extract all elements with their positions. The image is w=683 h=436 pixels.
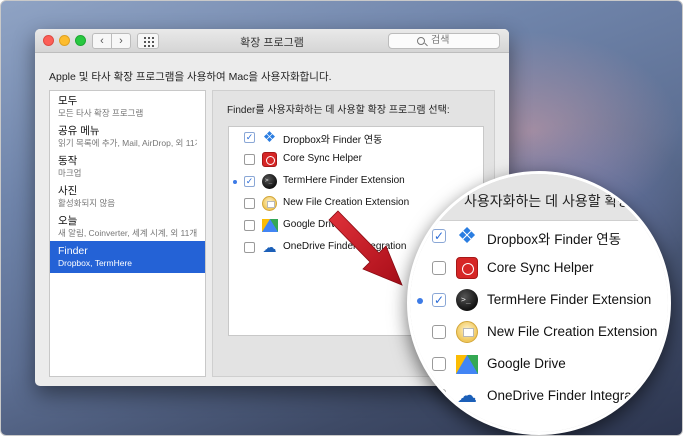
- google-drive-icon: [456, 355, 478, 374]
- sidebar-item-subtitle: 새 알림, Coinverter, 세계 시계, 외 11개...: [58, 228, 197, 238]
- termhere-icon: [262, 174, 277, 189]
- zoomed-checkbox: ✓: [432, 229, 446, 243]
- extension-row-core-sync[interactable]: Core Sync Helper: [229, 149, 483, 171]
- adobe-core-sync-icon: [262, 152, 277, 167]
- sidebar-item-actions[interactable]: 동작 마크업: [50, 151, 205, 183]
- zoomed-label: TermHere Finder Extension: [487, 292, 652, 307]
- google-drive-icon: [262, 219, 278, 232]
- extension-row-dropbox[interactable]: ✓ ❖ Dropbox와 Finder 연동: [229, 127, 483, 149]
- new-file-icon: [262, 196, 277, 211]
- zoomed-label: Google Drive: [487, 356, 566, 371]
- extension-label: Dropbox와 Finder 연동: [283, 135, 383, 146]
- zoomed-label: Dropbox와 Finder 연동: [487, 232, 622, 247]
- sidebar-item-title: 모두: [58, 95, 78, 107]
- sidebar-item-all[interactable]: 모두 모든 타사 확장 프로그램: [50, 91, 205, 123]
- zoomed-label: Core Sync Helper: [487, 260, 594, 275]
- sidebar-item-title: 공유 메뉴: [58, 125, 100, 137]
- zoomed-label: New File Creation Extension: [487, 324, 658, 339]
- extension-label: New File Creation Extension: [283, 197, 410, 208]
- zoomed-checkbox: [432, 261, 446, 275]
- new-file-icon: [456, 321, 478, 343]
- extension-checkbox[interactable]: [244, 220, 255, 231]
- magnifier-label: 사용자화하는 데 사용할 확장 프: [464, 193, 647, 209]
- zoomed-checkbox: [432, 357, 446, 371]
- extension-label: Google Drive: [283, 219, 342, 230]
- extension-checkbox[interactable]: [244, 242, 255, 253]
- zoomed-row-core-sync: Core Sync Helper: [410, 253, 668, 285]
- sidebar-item-photos[interactable]: 사진 활성화되지 않음: [50, 181, 205, 213]
- zoomed-checkbox: [432, 389, 446, 403]
- extension-checkbox[interactable]: ✓: [244, 176, 255, 187]
- zoomed-row-termhere: ✓ TermHere Finder Extension: [410, 285, 668, 317]
- sidebar-item-title: 사진: [58, 185, 78, 197]
- zoomed-row-onedrive: ☁ OneDrive Finder Integrati: [410, 381, 668, 413]
- sidebar-item-title: 동작: [58, 155, 78, 167]
- onedrive-icon: ☁: [457, 385, 477, 407]
- titlebar: ‹ › 확장 프로그램 검색: [35, 29, 509, 53]
- adobe-core-sync-icon: [456, 257, 478, 279]
- sidebar-item-subtitle: 마크업: [58, 168, 82, 178]
- new-extension-dot: [233, 180, 237, 184]
- extension-list-label: Finder를 사용자화하는 데 사용할 확장 프로그램 선택:: [227, 105, 450, 116]
- extension-checkbox[interactable]: ✓: [244, 132, 255, 143]
- dropbox-icon: ❖: [457, 223, 477, 248]
- extension-checkbox[interactable]: [244, 198, 255, 209]
- onedrive-icon: ☁: [262, 239, 277, 255]
- search-placeholder: 검색: [431, 35, 450, 46]
- magnifier-zoom: 사용자화하는 데 사용할 확장 프 ✓ ❖ Dropbox와 Finder 연동…: [407, 171, 671, 435]
- sidebar-item-finder[interactable]: Finder Dropbox, TermHere: [50, 241, 205, 273]
- dropbox-icon: ❖: [262, 129, 277, 146]
- zoomed-label: OneDrive Finder Integrati: [487, 388, 639, 403]
- magnifier-header: 사용자화하는 데 사용할 확장 프: [410, 174, 668, 221]
- sidebar-item-subtitle: Dropbox, TermHere: [58, 258, 133, 268]
- sidebar-item-subtitle: 모든 타사 확장 프로그램: [58, 108, 144, 118]
- sidebar-item-title: 오늘: [58, 215, 78, 227]
- zoomed-checkbox: [432, 325, 446, 339]
- extension-label: Core Sync Helper: [283, 153, 362, 164]
- sidebar-item-subtitle: 활성화되지 않음: [58, 198, 116, 208]
- zoomed-row-new-file: New File Creation Extension: [410, 317, 668, 349]
- extension-label: TermHere Finder Extension: [283, 175, 405, 186]
- termhere-icon: [456, 289, 478, 311]
- sidebar-item-today[interactable]: 오늘 새 알림, Coinverter, 세계 시계, 외 11개...: [50, 211, 205, 243]
- zoomed-row-google-drive: Google Drive: [410, 349, 668, 381]
- zoomed-checkbox: ✓: [432, 293, 446, 307]
- new-extension-dot: [417, 298, 423, 304]
- sidebar-item-share-menu[interactable]: 공유 메뉴 읽기 목록에 추가, Mail, AirDrop, 외 11개...: [50, 121, 205, 153]
- sidebar-item-title: Finder: [58, 245, 88, 257]
- window-description: Apple 및 타사 확장 프로그램을 사용하여 Mac을 사용자화합니다.: [49, 71, 332, 83]
- zoomed-row-dropbox: ✓ ❖ Dropbox와 Finder 연동: [410, 221, 668, 253]
- sidebar-item-subtitle: 읽기 목록에 추가, Mail, AirDrop, 외 11개...: [58, 138, 197, 148]
- search-icon: [417, 37, 425, 45]
- search-field[interactable]: 검색: [388, 33, 500, 49]
- extension-checkbox[interactable]: [244, 154, 255, 165]
- screenshot-frame: ‹ › 확장 프로그램 검색 Apple 및 타사 확장 프로그램을 사용하여 …: [0, 0, 683, 436]
- extension-category-list: 모두 모든 타사 확장 프로그램 공유 메뉴 읽기 목록에 추가, Mail, …: [49, 90, 206, 377]
- magnifier-extension-list: ✓ ❖ Dropbox와 Finder 연동 Core Sync Helper …: [410, 221, 668, 432]
- extension-label: OneDrive Finder Integration: [283, 241, 407, 252]
